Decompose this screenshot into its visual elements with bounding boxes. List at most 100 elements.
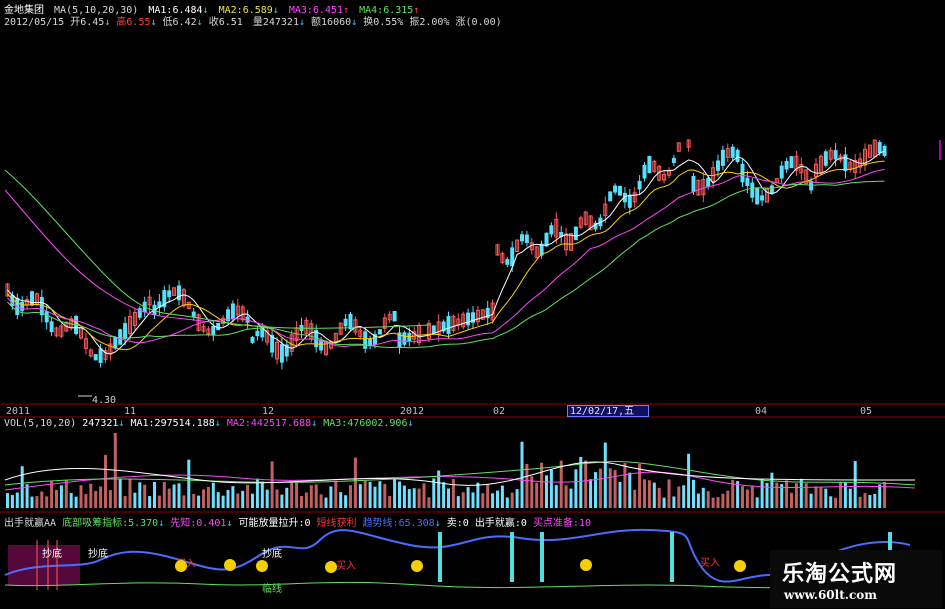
volume-bar (64, 479, 68, 508)
volume-bar (677, 486, 681, 508)
volume-bar (525, 463, 529, 508)
buy-prep-value: 买点准备:10 (532, 518, 591, 529)
volume-bar (834, 497, 838, 508)
volume-bar (741, 486, 744, 508)
smiley-icon (256, 560, 268, 572)
volume-bar (427, 497, 431, 508)
candle-body (573, 226, 578, 241)
date-label-12: 12 (262, 406, 275, 417)
candle-body (39, 297, 44, 316)
candle-body (177, 285, 181, 301)
candle-body (618, 185, 622, 196)
volume-bar (35, 496, 39, 508)
indicator-header: 出手就赢AA 底部吸筹指标:5.370↓ 先知:0.401↓ 可能放量拉升:0 … (4, 518, 591, 529)
volume-bar (59, 485, 63, 508)
volume-bar (618, 481, 622, 508)
candle-body (642, 164, 647, 179)
vol-value: 247321 (82, 418, 119, 429)
candle-body (745, 177, 750, 187)
volume-bar (657, 487, 661, 508)
candle-body (735, 149, 740, 163)
volume-bar (128, 478, 132, 508)
signal-bar (670, 532, 674, 582)
smiley-icon (411, 560, 423, 572)
candle-body (123, 323, 128, 339)
volume-bar (246, 484, 250, 508)
volume-bar (40, 491, 44, 508)
candle-body (118, 329, 123, 345)
volume-bar (6, 493, 9, 508)
volume-bar (584, 460, 588, 508)
volume-bar (216, 492, 220, 508)
volume-bar (422, 483, 426, 508)
candle-body (98, 348, 103, 363)
smiley-icon (325, 561, 337, 573)
volume-bar (211, 482, 215, 508)
volume-bar (476, 482, 480, 508)
volume-bar (177, 483, 181, 508)
volume-bar (402, 485, 406, 508)
candle-body (93, 354, 98, 361)
watermark-url: www.60lt.com (784, 588, 877, 602)
volume-bar (652, 482, 656, 508)
candle-body (49, 321, 54, 333)
volume-bar (368, 482, 372, 508)
candle-body (613, 185, 618, 193)
volume-bar (295, 482, 299, 508)
candle-body (779, 165, 784, 179)
volume-bar (873, 493, 877, 508)
volume-bar (118, 478, 122, 508)
volume-bar (231, 486, 235, 508)
ma1-line (7, 150, 885, 355)
volume-bar (540, 462, 544, 508)
volume-bar (496, 490, 499, 508)
volume-bar (471, 492, 475, 508)
cursor-date-highlight: 12/02/17,五 (567, 405, 649, 417)
volume-bar (535, 482, 539, 508)
volume-bar (300, 496, 303, 508)
volume-bar (603, 442, 607, 508)
volume-bar (643, 479, 646, 508)
chaodi-tag-3: 抄底 (262, 549, 282, 560)
volume-bar (226, 490, 230, 508)
volume-bar (491, 493, 495, 508)
volume-bar (30, 496, 34, 508)
volume-bar (162, 481, 166, 508)
volume-bar (858, 496, 862, 508)
smiley-icon (734, 560, 746, 572)
volume-bar (187, 459, 191, 508)
candle-body (191, 311, 196, 317)
candle-body (113, 337, 118, 349)
volume-bar (848, 488, 852, 508)
indicator-name: 出手就赢AA (4, 518, 57, 529)
candle-body (377, 329, 382, 335)
volume-bar (461, 492, 465, 508)
trend-value: 趋势线:65.308 (362, 518, 435, 529)
date-label-02: 02 (493, 406, 506, 417)
candle-body (431, 325, 436, 334)
volume-bar (775, 482, 779, 508)
date-label-04: 04 (755, 406, 768, 417)
watermark-logo: 乐淘公式网 www.60lt.com (770, 550, 942, 608)
volume-bar (153, 482, 156, 508)
volume-bar (202, 489, 205, 508)
candle-body (255, 330, 260, 337)
candle-body (250, 336, 255, 343)
candle-body (279, 344, 284, 363)
volume-bar (167, 488, 171, 508)
volume-bar (878, 484, 882, 508)
vol-ma2: MA2:442517.688 (226, 418, 312, 429)
volume-bar (701, 487, 705, 508)
volume-bar (814, 486, 818, 508)
signal-bar (540, 532, 544, 582)
volume-bar (74, 496, 78, 508)
volume-bar (863, 493, 867, 508)
volume-bar (79, 485, 83, 508)
chaodi-tag-2: 抄底 (88, 549, 108, 560)
volume-bar (770, 472, 774, 508)
vol-ma1: MA1:297514.188 (130, 418, 215, 429)
volume-bar (843, 481, 847, 508)
volume-bar (750, 486, 754, 508)
vol-rise-value: 可能放量拉升:0 (238, 518, 311, 529)
volume-bar (108, 490, 112, 508)
